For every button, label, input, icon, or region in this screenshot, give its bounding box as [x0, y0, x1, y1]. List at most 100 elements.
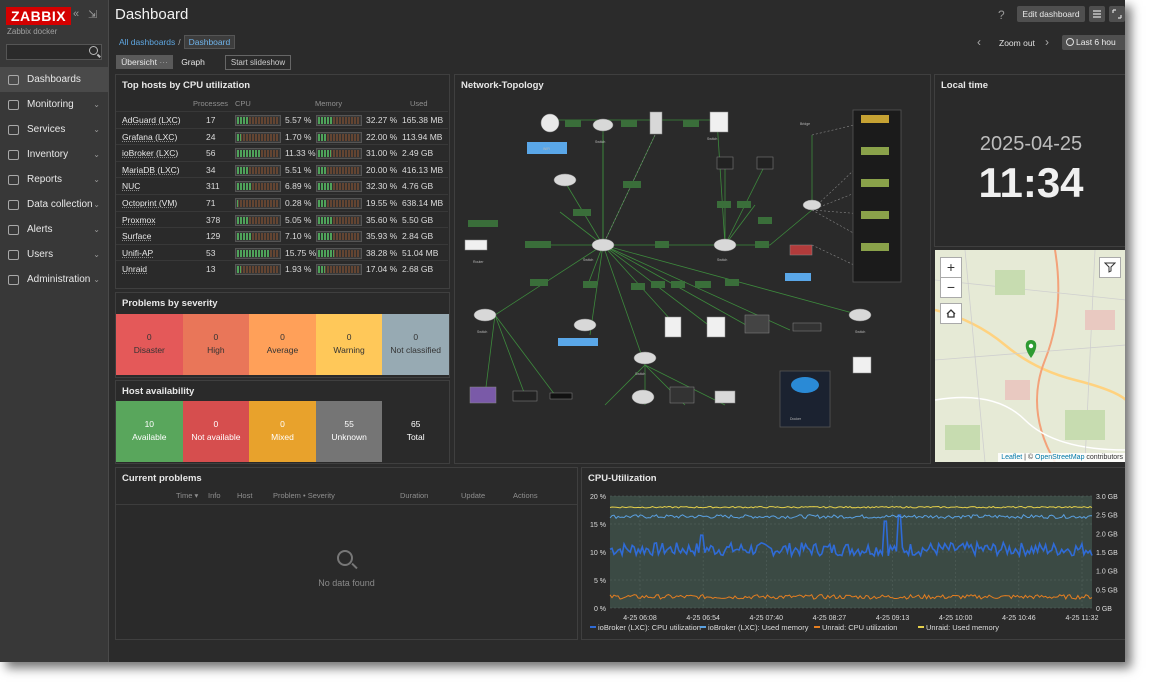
chevron-right-icon[interactable]: › — [1045, 35, 1049, 49]
sidebar-item-monitoring[interactable]: Monitoring ⌄ — [0, 92, 108, 117]
column-header[interactable]: Time ▾ — [176, 491, 198, 500]
cpu-value: 6.89 % — [285, 181, 312, 192]
cpu-utilization-chart[interactable]: 20 % 15 % 10 % 5 % 0 % 3.0 GB 2.5 GB 2.0 GB 1.5 … — [582, 468, 1125, 639]
map-zoom-in-button[interactable]: + — [940, 257, 962, 278]
cpu-value: 5.51 % — [285, 164, 312, 175]
clock-date: 2025-04-25 — [979, 133, 1083, 155]
breadcrumb-current[interactable]: Dashboard — [183, 35, 236, 49]
cpu-value: 11.33 % — [285, 148, 316, 159]
gear-icon — [8, 275, 19, 285]
y-right-tick-label: 0.5 GB — [1096, 587, 1118, 594]
sidebar-item-label: Dashboards — [27, 74, 81, 85]
tab-graph[interactable]: Graph — [176, 55, 210, 69]
severity-high[interactable]: 0 High — [182, 314, 250, 375]
host-link[interactable]: MariaDB (LXC) — [122, 165, 180, 175]
time-range-label: Last 6 hou — [1076, 37, 1116, 47]
top-hosts-widget: Top hosts by CPU utilization Processes C… — [115, 74, 450, 289]
host-link[interactable]: NUC — [122, 181, 140, 191]
search-icon[interactable] — [89, 46, 98, 55]
used-value: 2.49 GB — [402, 148, 434, 159]
breadcrumb-all-dashboards[interactable]: All dashboards — [119, 37, 175, 47]
used-value: 2.68 GB — [402, 264, 434, 275]
collapse-sidebar-icon[interactable]: « — [73, 8, 79, 20]
host-link[interactable]: Proxmox — [122, 215, 156, 225]
used-value: 638.14 MB — [402, 198, 444, 208]
chevron-left-icon[interactable]: ‹ — [977, 35, 981, 49]
network-topology-widget: Network-Topology WiFi Switch Switch Rout… — [454, 74, 931, 464]
sidebar-search-input[interactable] — [6, 44, 102, 60]
sidebar-item-data-collection[interactable]: Data collection ⌄ — [0, 192, 108, 217]
table-row: MariaDB (LXC) 34 5.51 % 20.00 % 416.13 MB — [116, 160, 448, 178]
attribution-sep: | © — [1022, 454, 1036, 461]
filter-icon[interactable] — [1099, 257, 1121, 278]
y-right-tick-label: 0 GB — [1096, 606, 1112, 613]
host-link[interactable]: Octoprint (VM) — [122, 198, 177, 208]
current-problems-widget: Current problems Time ▾ Info Host Proble… — [115, 467, 578, 640]
host-link[interactable]: Unifi-AP — [122, 248, 153, 258]
sidebar-item-reports[interactable]: Reports ⌄ — [0, 167, 108, 192]
availability-not-available[interactable]: 0 Not available — [182, 401, 250, 462]
availability-mixed[interactable]: 0 Mixed — [249, 401, 316, 462]
x-tick-label: 4-25 07:40 — [750, 615, 784, 622]
hide-sidebar-icon[interactable]: ⇲ — [88, 8, 97, 21]
map-zoom-out-button[interactable]: − — [940, 277, 962, 298]
user-icon — [8, 250, 19, 260]
host-link[interactable]: Grafana (LXC) — [122, 132, 177, 142]
cpu-utilization-widget: CPU-Utilization 20 % 15 % 10 % 5 % 0 % 3.0 GB… — [581, 467, 1125, 640]
menu-icon[interactable] — [1089, 6, 1105, 22]
legend-label: ioBroker (LXC): CPU utilization — [598, 623, 701, 632]
host-link[interactable]: Unraid — [122, 264, 147, 274]
help-icon[interactable]: ? — [998, 8, 1005, 22]
tab-label: Übersicht — [121, 57, 158, 67]
memory-value: 35.60 % — [366, 214, 398, 225]
sidebar-item-users[interactable]: Users ⌄ — [0, 242, 108, 267]
chevron-down-icon: ⌄ — [93, 250, 100, 259]
edit-dashboard-button[interactable]: Edit dashboard — [1017, 6, 1085, 22]
severity-average[interactable]: 0 Average — [249, 314, 316, 375]
no-data-message: No data found — [318, 578, 375, 588]
host-link[interactable]: Surface — [122, 231, 151, 241]
column-header: Duration — [400, 491, 429, 500]
host-link[interactable]: AdGuard (LXC) — [122, 115, 181, 125]
host-link[interactable]: ioBroker (LXC) — [122, 148, 178, 158]
sidebar-item-services[interactable]: Services ⌄ — [0, 117, 108, 142]
sidebar-item-alerts[interactable]: Alerts ⌄ — [0, 217, 108, 242]
availability-count: 0 — [280, 419, 285, 429]
processes-value: 378 — [206, 214, 221, 225]
clock-time: 11:34 — [978, 159, 1084, 206]
geomap-widget[interactable]: + − Leaflet | © OpenStreetMap contributo… — [935, 250, 1125, 462]
severity-warning[interactable]: 0 Warning — [315, 314, 383, 375]
zoom-out-button[interactable]: Zoom out — [999, 38, 1035, 48]
zabbix-logo[interactable]: ZABBIX — [6, 7, 72, 25]
leaflet-link[interactable]: Leaflet — [1001, 454, 1022, 461]
start-slideshow-button[interactable]: Start slideshow — [225, 55, 291, 70]
network-map[interactable]: WiFi Switch Switch Router Switch Switch Switch… — [455, 75, 930, 463]
tab-menu-icon[interactable]: ··· — [159, 57, 168, 67]
time-range-button[interactable]: Last 6 hou — [1062, 35, 1125, 50]
column-header: Memory — [315, 99, 343, 108]
sidebar-item-administration[interactable]: Administration ⌄ — [0, 267, 108, 292]
search-icon — [337, 550, 353, 566]
availability-unknown[interactable]: 55 Unknown — [315, 401, 383, 462]
y-left-tick-label: 10 % — [590, 550, 606, 557]
availability-count: 65 — [410, 419, 421, 429]
osm-link[interactable]: OpenStreetMap — [1035, 454, 1084, 461]
kiosk-mode-icon[interactable] — [1109, 6, 1125, 22]
problems-by-severity-widget: Problems by severity 0 Disaster 0 High 0 Aver… — [115, 292, 450, 378]
home-icon[interactable] — [940, 303, 962, 324]
severity-disaster[interactable]: 0 Disaster — [116, 314, 183, 375]
sidebar-item-inventory[interactable]: Inventory ⌄ — [0, 142, 108, 167]
memory-bar — [316, 131, 362, 143]
services-icon — [8, 125, 19, 135]
sidebar-item-dashboards[interactable]: Dashboards — [0, 67, 108, 92]
instance-name: Zabbix docker — [7, 27, 58, 36]
availability-available[interactable]: 10 Available — [116, 401, 183, 462]
tab-uebersicht[interactable]: Übersicht ··· — [116, 55, 173, 69]
severity-label: Disaster — [133, 345, 165, 355]
legend-swatch — [918, 626, 924, 628]
monitor-icon — [8, 100, 19, 110]
processes-value: 53 — [206, 247, 216, 258]
processes-value: 71 — [206, 198, 216, 208]
local-time-widget: Local time 2025-04-25 11:34 — [934, 74, 1125, 247]
severity-not-classified[interactable]: 0 Not classified — [382, 314, 449, 375]
